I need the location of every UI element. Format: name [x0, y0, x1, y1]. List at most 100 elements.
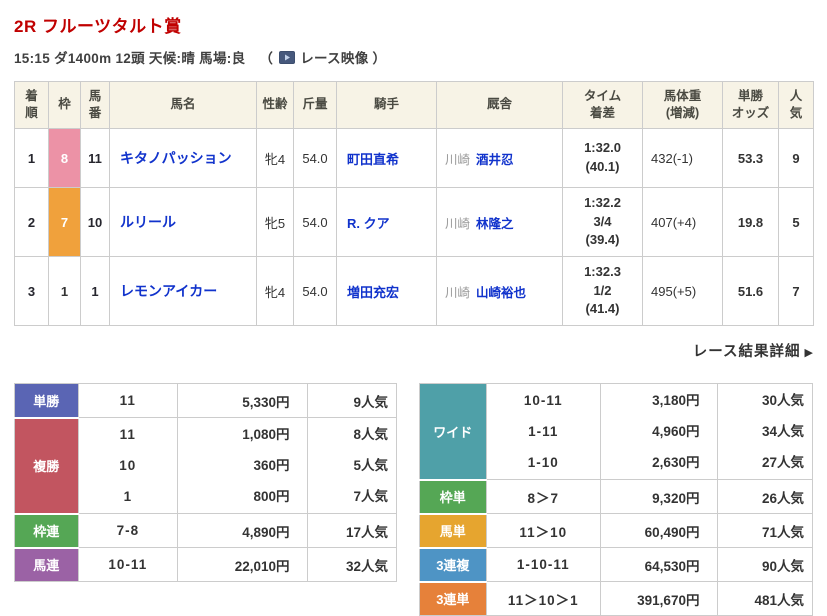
payout-combo-line: 1-10	[527, 455, 559, 470]
payout-amount: 1,080円 360円 800円	[177, 417, 309, 514]
popularity-cell: 5	[778, 187, 814, 257]
weight-cell: 54.0	[293, 128, 337, 188]
payout-popularity: 17人気	[307, 513, 398, 548]
race-conditions-text: 15:15 ダ1400m 12頭 天候:晴 馬場:良	[14, 51, 246, 66]
bet-type-label: 枠単	[419, 479, 487, 515]
waku-number: 7	[60, 214, 69, 230]
race-video-link[interactable]: レース映像	[300, 47, 368, 67]
video-icon[interactable]	[279, 50, 296, 64]
bet-type-label: 単勝	[14, 383, 79, 419]
horse-name-link[interactable]: キタノパッション	[120, 150, 232, 166]
trainer-link[interactable]: 酒井忍	[476, 153, 514, 167]
payout-amount: 391,670円	[599, 581, 719, 616]
payout-row-wide: ワイド 10-11 1-11 1-10 3,180円 4,960円 2,630円…	[419, 383, 813, 481]
payout-combo-line: 10-11	[523, 393, 563, 408]
rank-cell: 3	[14, 256, 49, 326]
payout-popularity: 481人気	[717, 581, 813, 616]
payout-combo: 11＞10	[485, 513, 601, 548]
col-header-stable: 厩舎	[436, 81, 563, 129]
payout-popularity: 71人気	[717, 513, 813, 548]
col-header-rank: 着 順	[14, 81, 49, 129]
paren-close: ）	[372, 51, 387, 66]
waku-cell: 8	[48, 128, 81, 188]
payouts-section: 単勝 11 5,330円 9人気 複勝 11 10 1 1,080円 360円 …	[14, 383, 813, 616]
jockey-cell: 町田直希	[336, 128, 437, 188]
horse-no-cell: 11	[80, 128, 110, 188]
bet-type-label: 馬連	[14, 547, 79, 582]
col-header-weight: 斤量	[293, 81, 337, 129]
stable-location: 川崎	[445, 152, 471, 167]
payout-popularity: 9人気	[307, 383, 398, 418]
bet-type-label: 馬単	[419, 513, 487, 549]
stable-cell: 川崎 山崎裕也	[436, 256, 563, 326]
jockey-link[interactable]: 町田直希	[347, 152, 399, 167]
horse-no-cell: 1	[80, 256, 110, 326]
time-margin-cell: 1:32.2 3/4 (39.4)	[562, 187, 643, 257]
payout-combo: 11	[77, 383, 179, 418]
stable-location: 川崎	[445, 216, 471, 231]
horse-name-link[interactable]: レモンアイカー	[120, 283, 217, 299]
body-weight-cell: 407(+4)	[642, 187, 723, 257]
jockey-link[interactable]: 増田充宏	[347, 285, 399, 300]
payout-popularity: 8人気 5人気 7人気	[307, 417, 398, 514]
time-margin-cell: 1:32.3 1/2 (41.4)	[562, 256, 643, 326]
waku-number: 8	[60, 150, 69, 166]
sex-age-cell: 牝5	[256, 187, 294, 257]
popularity-cell: 9	[778, 128, 814, 188]
weight-cell: 54.0	[293, 256, 337, 326]
bet-type-label: 3連複	[419, 547, 487, 583]
payout-amount: 4,890円	[177, 513, 309, 548]
race-results-table: 着 順 枠 馬 番 馬名 性齢 斤量 騎手 厩舎 タイム 着差 馬体重 (増減)…	[14, 81, 814, 326]
payout-combo: 8＞7	[485, 479, 601, 514]
col-header-body-weight: 馬体重 (増減)	[642, 81, 723, 129]
bet-type-label: 3連単	[419, 581, 487, 616]
payout-popularity: 90人気	[717, 547, 813, 582]
payout-table-right: ワイド 10-11 1-11 1-10 3,180円 4,960円 2,630円…	[419, 383, 813, 616]
payout-combo: 10-11 1-11 1-10	[485, 383, 601, 480]
payout-amount: 3,180円 4,960円 2,630円	[599, 383, 719, 480]
table-row: 2 7 10 ルリール 牝5 54.0 R. クア 川崎 林隆之 1:32.2 3…	[14, 187, 814, 257]
waku-cell: 7	[48, 187, 81, 257]
arrow-right-icon: ▶	[804, 347, 813, 359]
bet-type-label: ワイド	[419, 383, 487, 481]
payout-amount: 5,330円	[177, 383, 309, 418]
trainer-link[interactable]: 林隆之	[476, 217, 514, 231]
table-row: 1 8 11 キタノパッション 牝4 54.0 町田直希 川崎 酒井忍 1:32.…	[14, 128, 814, 188]
race-result-details-link[interactable]: レース結果詳細	[693, 344, 801, 360]
odds-cell: 53.3	[722, 128, 779, 188]
trainer-link[interactable]: 山崎裕也	[476, 286, 526, 300]
payout-row-wakuren: 枠連 7-8 4,890円 17人気	[14, 513, 398, 549]
stable-cell: 川崎 林隆之	[436, 187, 563, 257]
payout-combo: 11 10 1	[77, 417, 179, 514]
col-header-waku: 枠	[48, 81, 81, 129]
payout-popularity-line: 27人気	[761, 455, 804, 470]
payout-popularity-line: 34人気	[761, 424, 804, 439]
paren-open: （	[259, 51, 274, 66]
rank-cell: 1	[14, 128, 49, 188]
payout-amount: 22,010円	[177, 547, 309, 582]
payout-combo-line: 11	[119, 427, 136, 442]
race-title: 2R フルーツタルト賞	[14, 17, 182, 36]
horse-name-link[interactable]: ルリール	[120, 214, 176, 230]
odds-cell: 51.6	[722, 256, 779, 326]
col-header-horse-no: 馬 番	[80, 81, 110, 129]
col-header-jockey: 騎手	[336, 81, 437, 129]
results-header-row: 着 順 枠 馬 番 馬名 性齢 斤量 騎手 厩舎 タイム 着差 馬体重 (増減)…	[14, 81, 814, 129]
payout-row-sanrenpuku: 3連複 1-10-11 64,530円 90人気	[419, 547, 813, 583]
payout-amount-line: 360円	[253, 458, 290, 473]
race-video-area: （ レース映像 ）	[255, 47, 390, 67]
table-row: 3 1 1 レモンアイカー 牝4 54.0 増田充宏 川崎 山崎裕也 1:32.3…	[14, 256, 814, 326]
payout-row-fukusho: 複勝 11 10 1 1,080円 360円 800円 8人気 5人気 7人気	[14, 417, 398, 515]
body-weight-cell: 432(-1)	[642, 128, 723, 188]
payout-popularity-line: 5人気	[353, 458, 389, 473]
race-result-page: 2R フルーツタルト賞 15:15 ダ1400m 12頭 天候:晴 馬場:良 （…	[0, 0, 827, 616]
payout-amount-line: 1,080円	[242, 427, 290, 442]
details-link-row: レース結果詳細 ▶	[14, 340, 813, 361]
payout-row-sanrentan: 3連単 11＞10＞1 391,670円 481人気	[419, 581, 813, 616]
waku-cell: 1	[48, 256, 81, 326]
payout-combo: 7-8	[77, 513, 179, 548]
jockey-link[interactable]: R. クア	[347, 216, 390, 231]
col-header-horse-name: 馬名	[109, 81, 257, 129]
payout-popularity-line: 8人気	[353, 427, 389, 442]
odds-cell: 19.8	[722, 187, 779, 257]
